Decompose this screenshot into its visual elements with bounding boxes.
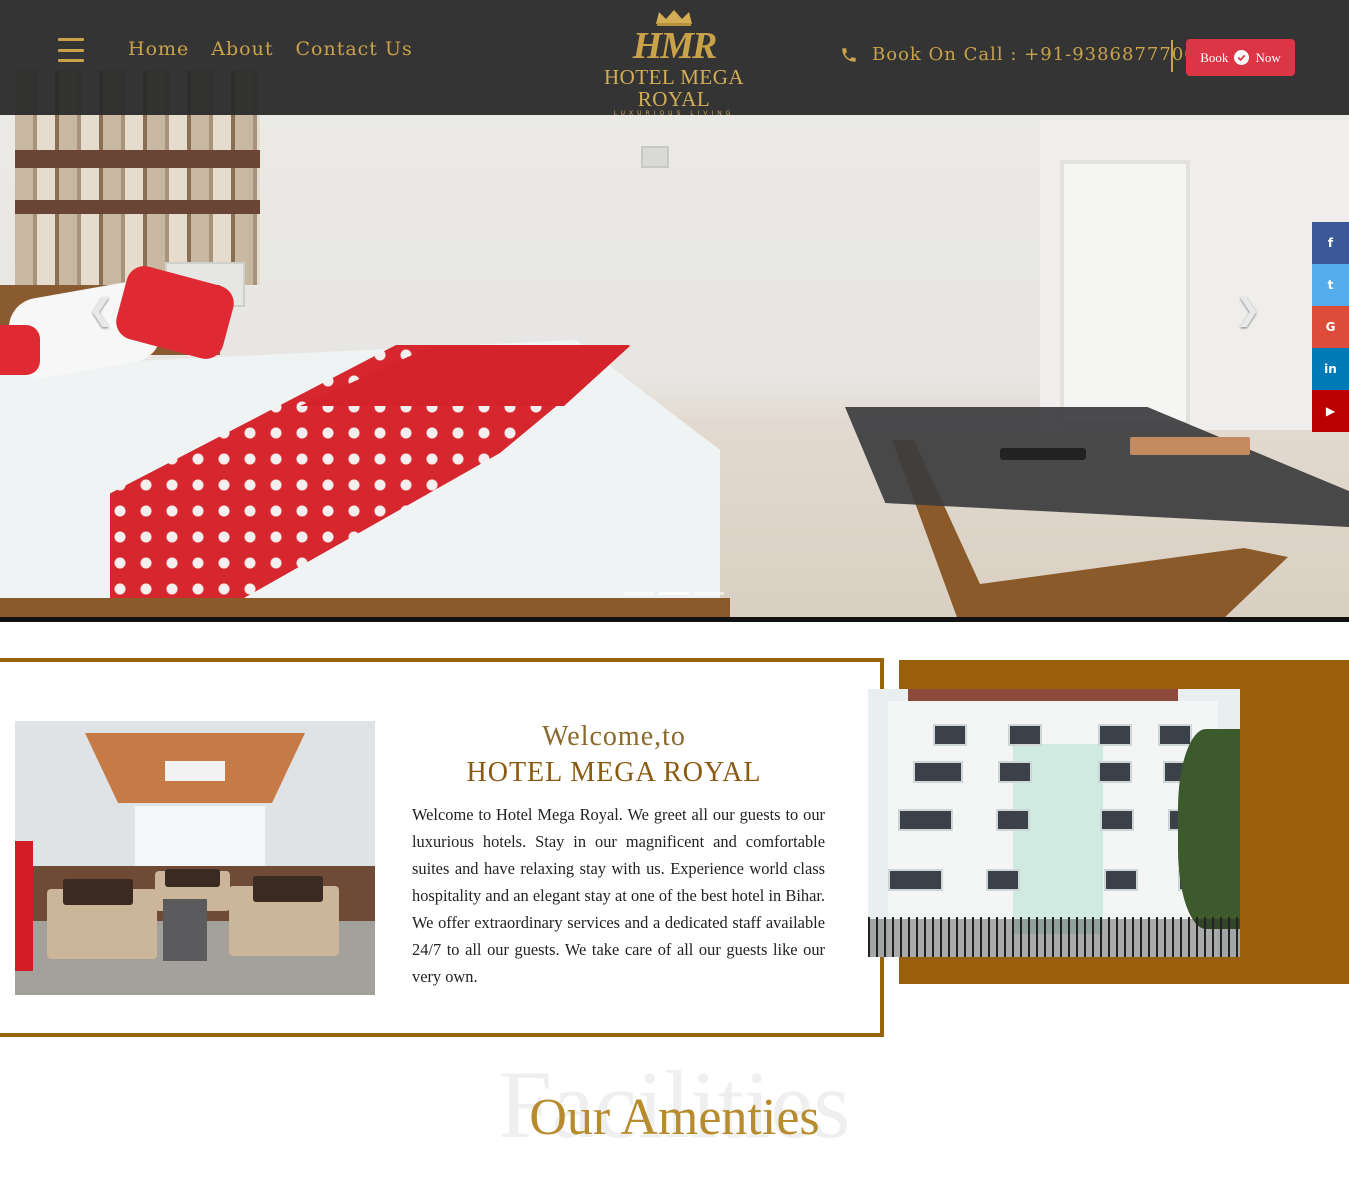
welcome-subtitle: Welcome,to bbox=[542, 721, 686, 752]
carousel-indicator-active[interactable] bbox=[659, 592, 689, 595]
main-nav: Home About Contact Us bbox=[128, 38, 413, 60]
nav-link-about[interactable]: About bbox=[211, 38, 273, 60]
hero-rug bbox=[1130, 437, 1250, 455]
hero-curtain-stripe bbox=[15, 200, 260, 214]
lounge-photo bbox=[15, 721, 375, 995]
facebook-icon[interactable]: f bbox=[1312, 222, 1349, 264]
youtube-icon[interactable]: ▶ bbox=[1312, 390, 1349, 432]
book-on-call[interactable]: Book On Call : +91-9386877700 bbox=[840, 44, 1197, 65]
carousel-next-icon[interactable]: ❯ bbox=[1233, 296, 1263, 326]
hotel-logo[interactable]: HMR HOTEL MEGA ROYAL LUXURIOUS LIVING bbox=[576, 8, 772, 117]
top-navbar: Home About Contact Us HMR HOTEL MEGA ROY… bbox=[0, 0, 1349, 117]
menu-icon[interactable] bbox=[58, 38, 84, 62]
welcome-paragraph: Welcome to Hotel Mega Royal. We greet al… bbox=[412, 805, 825, 986]
logo-tagline: LUXURIOUS LIVING bbox=[613, 110, 735, 117]
logo-name: HOTEL MEGA ROYAL bbox=[603, 65, 745, 111]
hero-curtain-stripe bbox=[15, 150, 260, 168]
hero-remote bbox=[1000, 448, 1086, 460]
nav-divider bbox=[1171, 40, 1173, 72]
logo-monogram: HMR bbox=[632, 25, 718, 67]
hero-divider bbox=[0, 617, 1349, 622]
google-plus-icon[interactable]: G bbox=[1312, 306, 1349, 348]
twitter-icon[interactable]: t bbox=[1312, 264, 1349, 306]
hero-door bbox=[1060, 160, 1190, 425]
welcome-title: HOTEL MEGA ROYAL bbox=[466, 757, 762, 788]
carousel-prev-icon[interactable]: ❮ bbox=[86, 296, 116, 326]
phone-icon bbox=[842, 47, 856, 62]
carousel-indicator[interactable] bbox=[694, 592, 724, 595]
carousel-indicators bbox=[624, 592, 724, 595]
hotel-building-photo bbox=[868, 689, 1240, 957]
nav-link-home[interactable]: Home bbox=[128, 38, 189, 60]
check-circle-icon bbox=[1234, 50, 1250, 65]
linkedin-icon[interactable]: in bbox=[1312, 348, 1349, 390]
hero-switch bbox=[641, 146, 669, 168]
book-now-button[interactable]: Book Now bbox=[1186, 39, 1295, 76]
carousel-indicator[interactable] bbox=[624, 592, 654, 595]
call-number: Book On Call : +91-9386877700 bbox=[872, 44, 1197, 65]
hero-pillow bbox=[0, 325, 40, 375]
social-sidebar: f t G in ▶ bbox=[1312, 222, 1349, 432]
crown-icon bbox=[656, 10, 692, 26]
amenities-title: Our Amenties bbox=[529, 1089, 820, 1146]
nav-link-contact[interactable]: Contact Us bbox=[295, 38, 412, 60]
